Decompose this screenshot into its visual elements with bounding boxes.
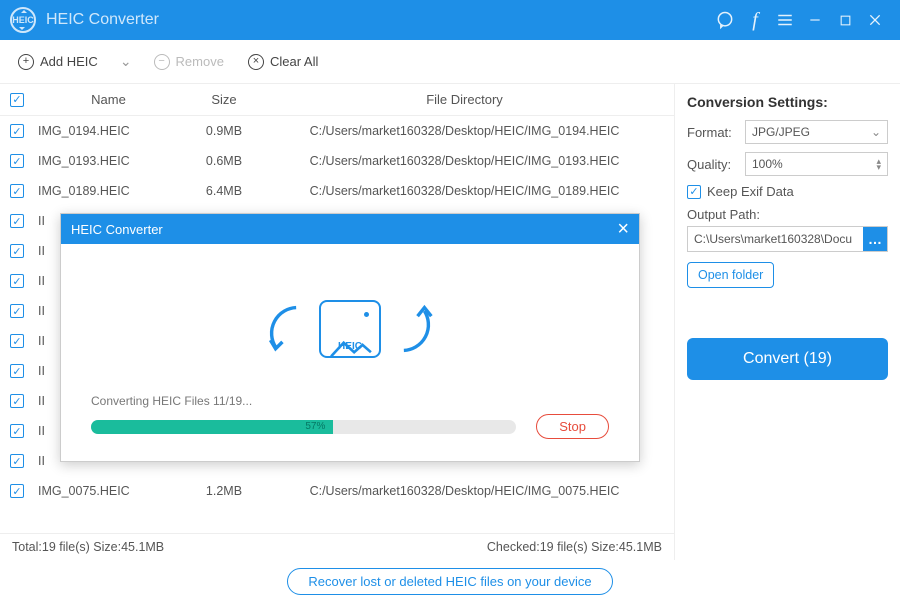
- output-path-label: Output Path:: [687, 207, 888, 222]
- app-logo-icon: HEIC: [10, 7, 36, 33]
- menu-icon[interactable]: [770, 5, 800, 35]
- file-size: 0.9MB: [179, 124, 269, 138]
- stepper-icon: ▴▾: [876, 158, 881, 171]
- col-dir[interactable]: File Directory: [269, 92, 660, 107]
- quality-label: Quality:: [687, 157, 739, 172]
- file-name: IMG_0075.HEIC: [34, 484, 179, 498]
- minus-icon: −: [154, 54, 170, 70]
- format-value: JPG/JPEG: [752, 125, 810, 139]
- x-icon: ×: [248, 54, 264, 70]
- add-heic-label: Add HEIC: [40, 54, 98, 69]
- minimize-icon[interactable]: [800, 5, 830, 35]
- progress-dialog: HEIC Converter × HEIC Converting HEIC Fi…: [60, 213, 640, 462]
- clear-all-button[interactable]: × Clear All: [242, 50, 324, 74]
- remove-label: Remove: [176, 54, 224, 69]
- add-heic-button[interactable]: + Add HEIC: [12, 50, 104, 74]
- footer: Recover lost or deleted HEIC files on yo…: [0, 560, 900, 603]
- keep-exif-label: Keep Exif Data: [707, 184, 794, 199]
- status-bar: Total:19 file(s) Size:45.1MB Checked:19 …: [0, 533, 674, 560]
- progress-text: Converting HEIC Files 11/19...: [91, 394, 609, 408]
- arrow-left-icon: [263, 299, 307, 359]
- row-checkbox[interactable]: [10, 124, 24, 138]
- table-header: Name Size File Directory: [0, 84, 674, 116]
- facebook-icon[interactable]: f: [740, 5, 770, 35]
- quality-stepper[interactable]: 100% ▴▾: [745, 152, 888, 176]
- row-checkbox[interactable]: [10, 484, 24, 498]
- row-checkbox[interactable]: [10, 244, 24, 258]
- col-name[interactable]: Name: [34, 92, 179, 107]
- row-checkbox[interactable]: [10, 424, 24, 438]
- open-folder-button[interactable]: Open folder: [687, 262, 774, 288]
- row-checkbox[interactable]: [10, 184, 24, 198]
- chevron-down-icon: ⌄: [871, 125, 881, 139]
- progress-bar: 57%: [91, 420, 516, 434]
- file-dir: C:/Users/market160328/Desktop/HEIC/IMG_0…: [269, 154, 660, 168]
- add-dropdown-chevron[interactable]: ⌄: [116, 53, 136, 70]
- row-checkbox[interactable]: [10, 274, 24, 288]
- file-size: 1.2MB: [179, 484, 269, 498]
- row-checkbox[interactable]: [10, 214, 24, 228]
- select-all-checkbox[interactable]: [10, 93, 24, 107]
- settings-panel: Conversion Settings: Format: JPG/JPEG ⌄ …: [675, 84, 900, 560]
- table-row[interactable]: IMG_0194.HEIC0.9MBC:/Users/market160328/…: [0, 116, 674, 146]
- file-name: IMG_0193.HEIC: [34, 154, 179, 168]
- stop-button[interactable]: Stop: [536, 414, 609, 439]
- format-label: Format:: [687, 125, 739, 140]
- table-row[interactable]: IMG_0193.HEIC0.6MBC:/Users/market160328/…: [0, 146, 674, 176]
- maximize-icon[interactable]: [830, 5, 860, 35]
- row-checkbox[interactable]: [10, 454, 24, 468]
- keep-exif-checkbox[interactable]: [687, 185, 701, 199]
- row-checkbox[interactable]: [10, 304, 24, 318]
- file-dir: C:/Users/market160328/Desktop/HEIC/IMG_0…: [269, 124, 660, 138]
- browse-button[interactable]: …: [863, 227, 887, 251]
- total-status: Total:19 file(s) Size:45.1MB: [12, 540, 164, 554]
- dialog-title: HEIC Converter: [71, 222, 163, 237]
- titlebar: HEIC HEIC Converter f: [0, 0, 900, 40]
- file-name: IMG_0194.HEIC: [34, 124, 179, 138]
- quality-value: 100%: [752, 157, 783, 171]
- toolbar: + Add HEIC ⌄ − Remove × Clear All: [0, 40, 900, 84]
- file-dir: C:/Users/market160328/Desktop/HEIC/IMG_0…: [269, 484, 660, 498]
- row-checkbox[interactable]: [10, 334, 24, 348]
- dialog-close-icon[interactable]: ×: [617, 219, 629, 239]
- close-icon[interactable]: [860, 5, 890, 35]
- conversion-animation: HEIC: [91, 264, 609, 394]
- row-checkbox[interactable]: [10, 364, 24, 378]
- table-row[interactable]: IMG_0189.HEIC6.4MBC:/Users/market160328/…: [0, 176, 674, 206]
- checked-status: Checked:19 file(s) Size:45.1MB: [487, 540, 662, 554]
- clear-all-label: Clear All: [270, 54, 318, 69]
- table-row[interactable]: IMG_0075.HEIC1.2MBC:/Users/market160328/…: [0, 476, 674, 506]
- file-dir: C:/Users/market160328/Desktop/HEIC/IMG_0…: [269, 184, 660, 198]
- row-checkbox[interactable]: [10, 394, 24, 408]
- output-path-input[interactable]: [688, 232, 863, 246]
- heic-file-icon: HEIC: [319, 300, 381, 358]
- plus-icon: +: [18, 54, 34, 70]
- file-size: 6.4MB: [179, 184, 269, 198]
- format-select[interactable]: JPG/JPEG ⌄: [745, 120, 888, 144]
- file-size: 0.6MB: [179, 154, 269, 168]
- arrow-right-icon: [393, 299, 437, 359]
- settings-heading: Conversion Settings:: [687, 94, 888, 110]
- progress-fill: 57%: [91, 420, 333, 434]
- app-title: HEIC Converter: [46, 11, 159, 29]
- file-name: IMG_0189.HEIC: [34, 184, 179, 198]
- row-checkbox[interactable]: [10, 154, 24, 168]
- feedback-icon[interactable]: [710, 5, 740, 35]
- recover-files-button[interactable]: Recover lost or deleted HEIC files on yo…: [287, 568, 612, 595]
- convert-button[interactable]: Convert (19): [687, 338, 888, 380]
- col-size[interactable]: Size: [179, 92, 269, 107]
- remove-button[interactable]: − Remove: [148, 50, 230, 74]
